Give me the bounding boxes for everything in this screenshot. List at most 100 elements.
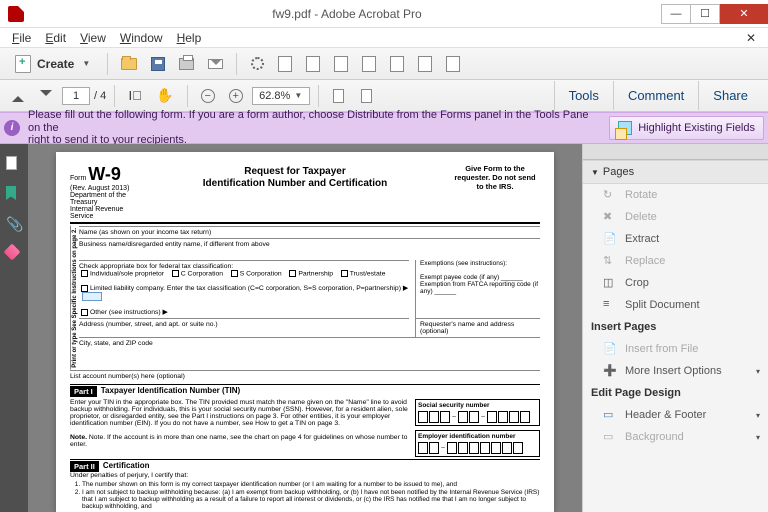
- section-edit-design: Edit Page Design: [583, 382, 768, 404]
- item-more-insert[interactable]: ➕More Insert Options▾: [583, 360, 768, 382]
- rpanel-header: [583, 144, 768, 160]
- maximize-button[interactable]: ☐: [690, 4, 720, 24]
- background-icon: ▭: [603, 430, 617, 444]
- replace-icon: ⇅: [603, 254, 617, 268]
- item-header-footer[interactable]: ▭Header & Footer▾: [583, 404, 768, 426]
- plus-icon: +: [229, 89, 243, 103]
- crop-icon: ◫: [603, 276, 617, 290]
- fit-page-button[interactable]: [327, 84, 351, 108]
- attachments-icon[interactable]: 📎: [6, 216, 22, 232]
- menu-help[interactable]: Help: [171, 29, 208, 47]
- highlight-swatch-icon: [618, 121, 632, 135]
- item-crop[interactable]: ◫Crop: [583, 272, 768, 294]
- chevron-down-icon: ▼: [82, 59, 90, 68]
- item-insert-file[interactable]: 📄Insert from File: [583, 338, 768, 360]
- comment-link[interactable]: Comment: [613, 81, 698, 110]
- menu-file[interactable]: File: [6, 29, 37, 47]
- delete-icon: ✖: [603, 210, 617, 224]
- info-icon: i: [4, 120, 20, 136]
- tool-7-button[interactable]: [441, 52, 465, 76]
- prev-page-button[interactable]: [6, 84, 30, 108]
- gear-icon: [251, 57, 264, 70]
- save-icon: [151, 57, 165, 71]
- doc-icon: [390, 56, 404, 72]
- highlight-fields-button[interactable]: Highlight Existing Fields: [609, 116, 764, 140]
- minus-icon: −: [201, 89, 215, 103]
- main-area: 📎 Form W-9 (Rev. August 2013) Department…: [0, 144, 768, 512]
- reader-icon: [361, 89, 372, 103]
- folder-icon: [121, 58, 137, 70]
- share-link[interactable]: Share: [698, 81, 762, 110]
- section-pages[interactable]: ▼Pages: [583, 160, 768, 184]
- zoom-input[interactable]: 62.8%▼: [252, 87, 310, 105]
- item-extract[interactable]: 📄Extract: [583, 228, 768, 250]
- highlight-label: Highlight Existing Fields: [638, 122, 755, 134]
- form-fill-message: Please fill out the following form. If y…: [28, 109, 601, 147]
- doc-close-icon[interactable]: ✕: [740, 31, 762, 45]
- page-total: / 4: [94, 90, 106, 102]
- menu-edit[interactable]: Edit: [39, 29, 72, 47]
- arrow-up-icon: [12, 90, 24, 102]
- header-footer-icon: ▭: [603, 408, 617, 422]
- doc-icon: [446, 56, 460, 72]
- bookmarks-icon[interactable]: [6, 186, 22, 202]
- reader-mode-button[interactable]: [355, 84, 379, 108]
- toolbar-main: Create ▼: [0, 48, 768, 80]
- hand-tool[interactable]: ✋: [151, 84, 178, 108]
- tool-1-button[interactable]: [273, 52, 297, 76]
- zoom-in-button[interactable]: +: [224, 84, 248, 108]
- create-icon: [15, 55, 31, 73]
- item-replace[interactable]: ⇅Replace: [583, 250, 768, 272]
- hand-icon: ✋: [156, 87, 173, 104]
- tags-icon[interactable]: [6, 246, 22, 262]
- item-rotate[interactable]: ↻Rotate: [583, 184, 768, 206]
- form-fill-bar: i Please fill out the following form. If…: [0, 112, 768, 144]
- insert-file-icon: 📄: [603, 342, 617, 356]
- page-number-input[interactable]: 1: [62, 87, 90, 105]
- arrow-down-icon: [40, 90, 52, 102]
- app-icon: [8, 6, 24, 22]
- print-button[interactable]: [174, 52, 199, 76]
- window-title: fw9.pdf - Adobe Acrobat Pro: [32, 7, 662, 21]
- next-page-button[interactable]: [34, 84, 58, 108]
- print-icon: [179, 58, 194, 70]
- titlebar: fw9.pdf - Adobe Acrobat Pro — ☐ ✕: [0, 0, 768, 28]
- doc-icon: [362, 56, 376, 72]
- tool-5-button[interactable]: [385, 52, 409, 76]
- tools-pane: ▼Pages ↻Rotate ✖Delete 📄Extract ⇅Replace…: [582, 144, 768, 512]
- create-button[interactable]: Create ▼: [6, 52, 99, 76]
- close-button[interactable]: ✕: [720, 4, 768, 24]
- tools-link[interactable]: Tools: [554, 81, 613, 110]
- save-button[interactable]: [146, 52, 170, 76]
- settings-button[interactable]: [245, 52, 269, 76]
- doc-icon: [418, 56, 432, 72]
- split-icon: ≡: [603, 298, 617, 312]
- tool-4-button[interactable]: [357, 52, 381, 76]
- more-insert-icon: ➕: [603, 364, 617, 378]
- nav-strip: 📎: [0, 144, 28, 512]
- doc-icon: [278, 56, 292, 72]
- menu-view[interactable]: View: [74, 29, 112, 47]
- tool-3-button[interactable]: [329, 52, 353, 76]
- item-delete[interactable]: ✖Delete: [583, 206, 768, 228]
- section-insert: Insert Pages: [583, 316, 768, 338]
- create-label: Create: [37, 57, 74, 71]
- thumbnails-icon[interactable]: [6, 156, 22, 172]
- email-button[interactable]: [203, 52, 228, 76]
- tool-2-button[interactable]: [301, 52, 325, 76]
- select-tool[interactable]: I⃒: [123, 84, 147, 108]
- document-viewport[interactable]: Form W-9 (Rev. August 2013) Department o…: [28, 144, 582, 512]
- minimize-button[interactable]: —: [661, 4, 691, 24]
- toolbar-nav: 1 / 4 I⃒ ✋ − + 62.8%▼ Tools Comment Shar…: [0, 80, 768, 112]
- doc-icon: [334, 56, 348, 72]
- item-background[interactable]: ▭Background▾: [583, 426, 768, 448]
- extract-icon: 📄: [603, 232, 617, 246]
- open-button[interactable]: [116, 52, 142, 76]
- tool-6-button[interactable]: [413, 52, 437, 76]
- item-split[interactable]: ≡Split Document: [583, 294, 768, 316]
- rotate-icon: ↻: [603, 188, 617, 202]
- mail-icon: [208, 59, 223, 69]
- menu-window[interactable]: Window: [114, 29, 169, 47]
- page-fit-icon: [333, 89, 344, 103]
- zoom-out-button[interactable]: −: [196, 84, 220, 108]
